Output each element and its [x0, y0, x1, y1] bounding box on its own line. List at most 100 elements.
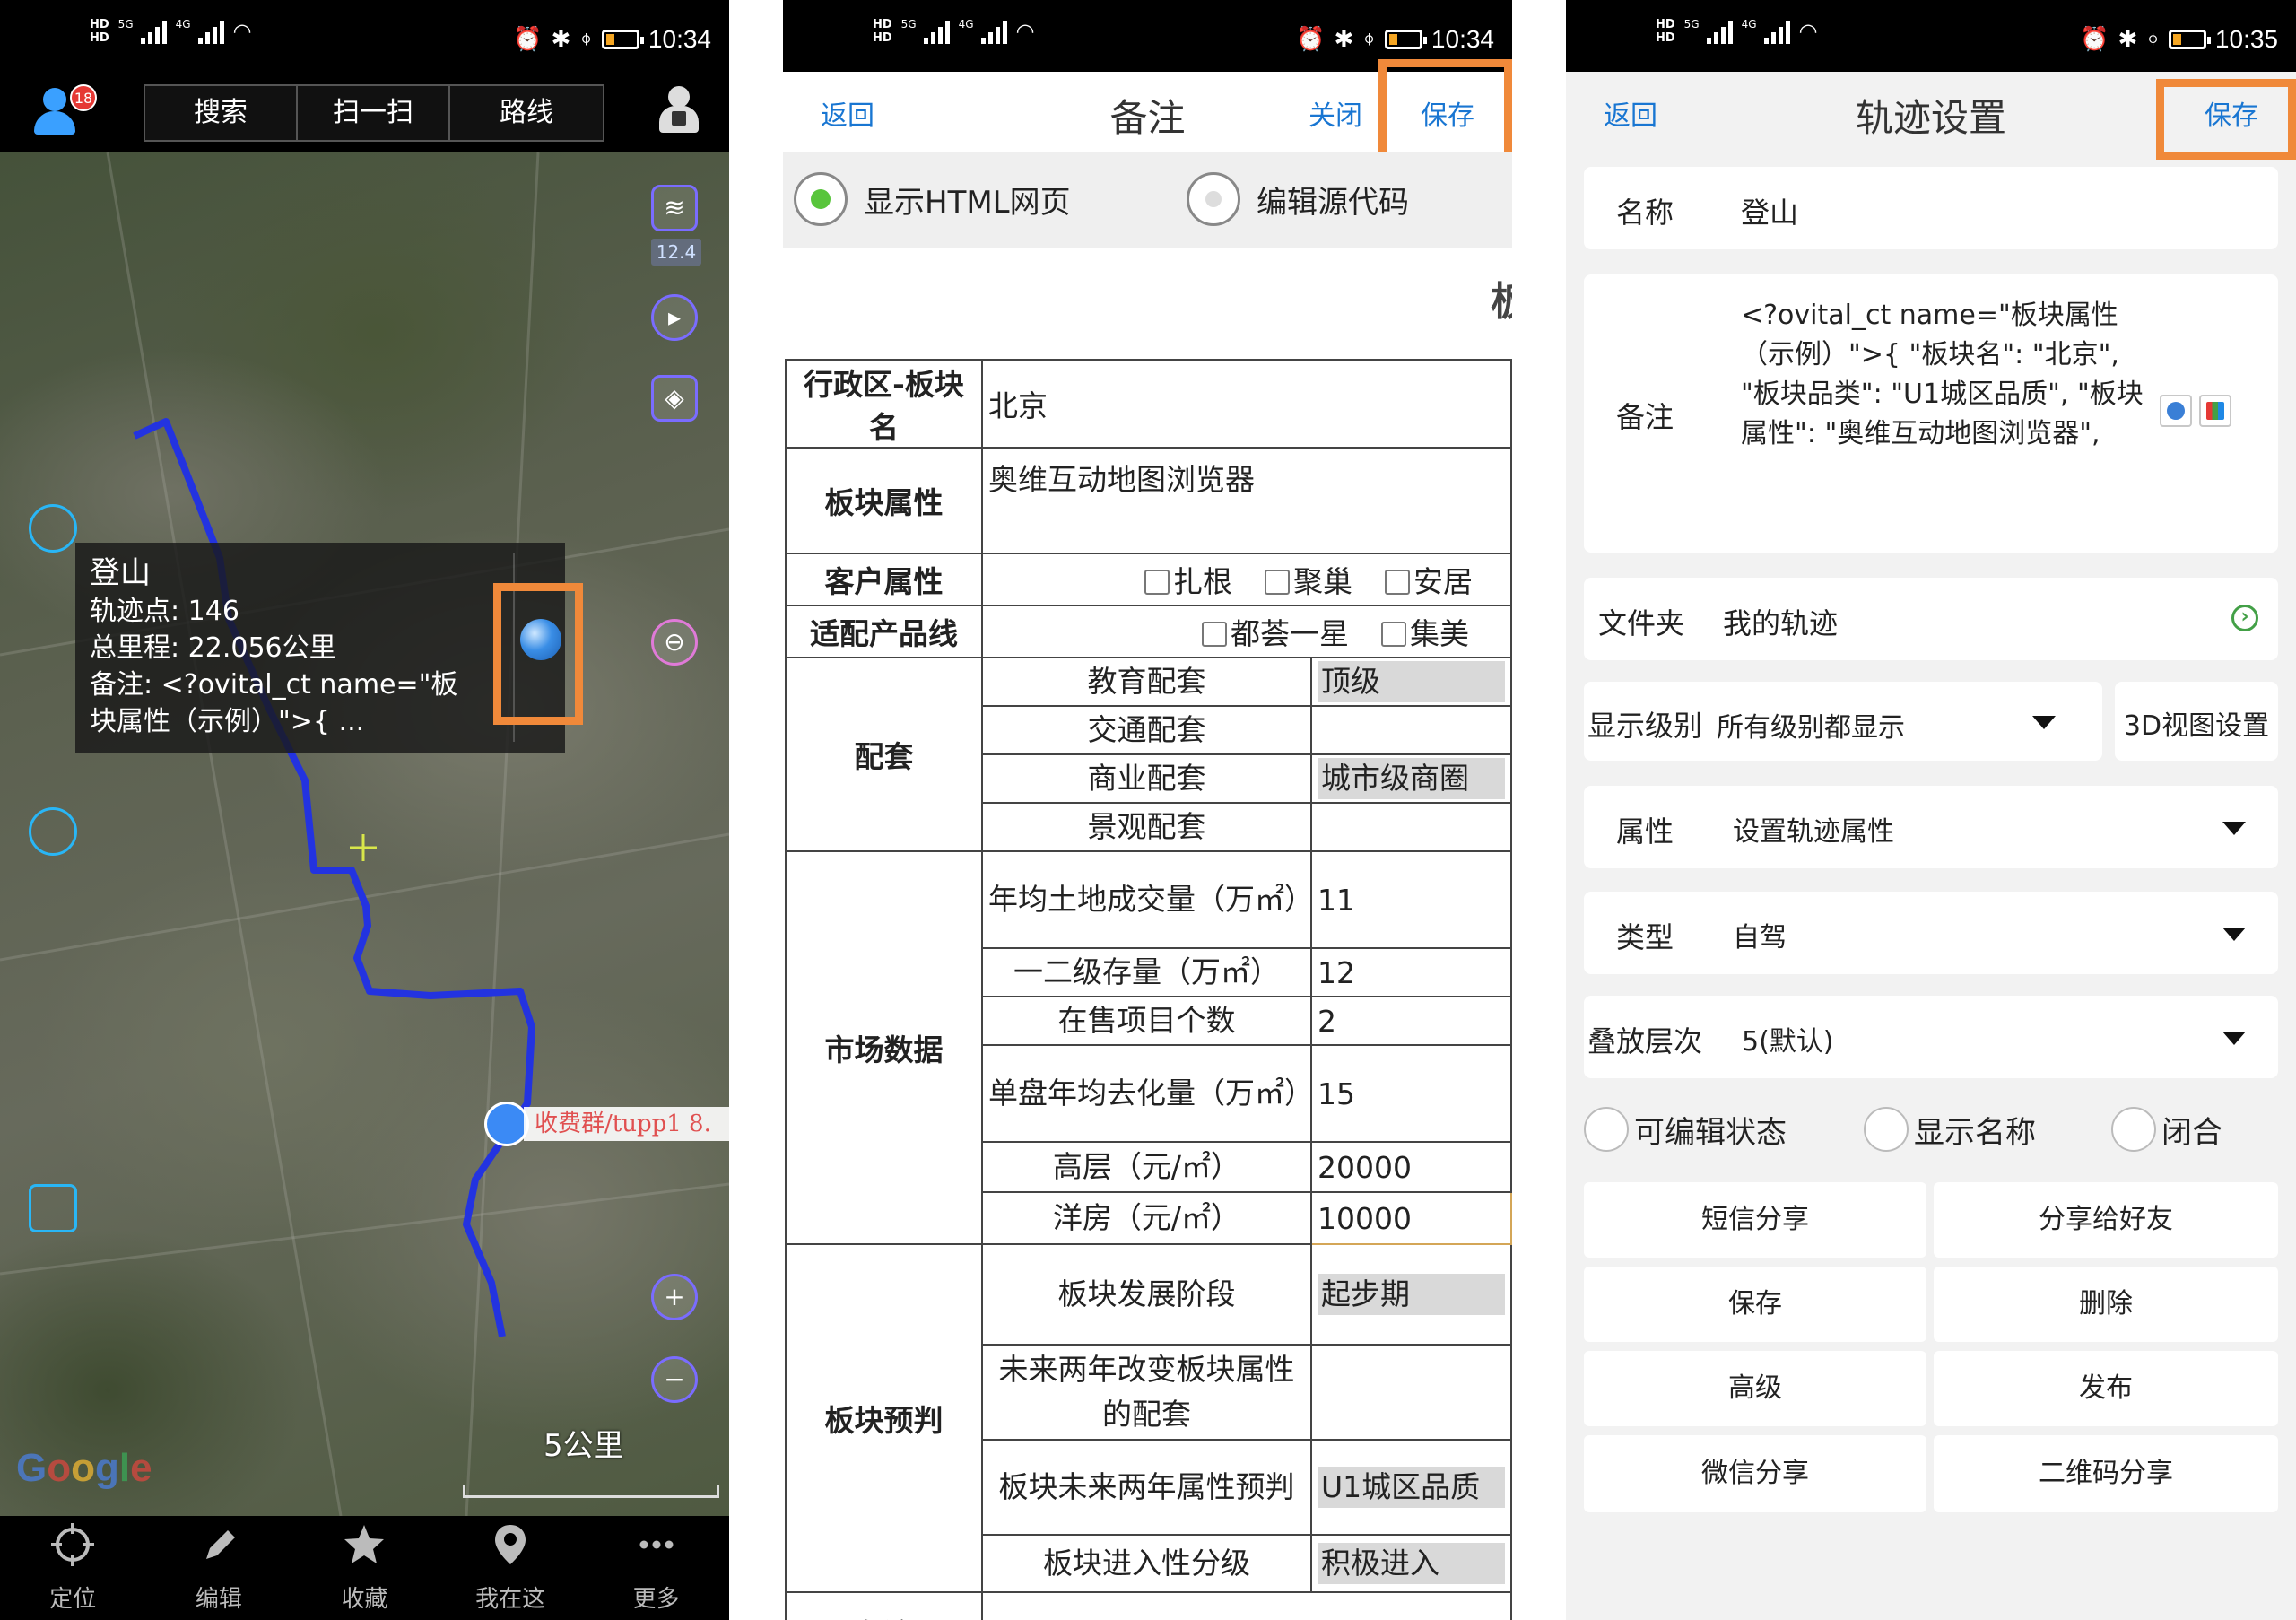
checkbox-option[interactable]: 聚巢	[1265, 564, 1352, 599]
track-info-popup[interactable]: 登山 轨迹点: 146 总里程: 22.056公里 备注: <?ovital_c…	[75, 543, 565, 753]
table-cell: 洋房（元/㎡）	[981, 1191, 1312, 1245]
locate-icon	[51, 1523, 95, 1566]
status-time: 10:34	[1431, 25, 1494, 53]
dropdown-arrow-icon	[2222, 822, 2246, 835]
zoom-out-icon[interactable]: −	[651, 1356, 698, 1403]
map-pin-icon	[495, 1525, 526, 1564]
bluetooth-icon: ✱	[551, 26, 571, 53]
bottom-nav: 定位 编辑 收藏 我在这 更多	[0, 1516, 729, 1620]
nav-edit[interactable]: 编辑	[146, 1516, 292, 1620]
play-icon[interactable]: ▸	[651, 294, 698, 341]
trash-icon[interactable]	[29, 1184, 77, 1232]
checkbox-option[interactable]: 都荟一星	[1202, 616, 1349, 651]
table-cell: 交通配套	[981, 705, 1312, 755]
tab-scan[interactable]: 扫一扫	[298, 86, 450, 140]
signal-icon	[1706, 19, 1733, 44]
html-title-fragment: 板	[1491, 279, 1512, 325]
radio-edit-source[interactable]: 编辑源代码	[1187, 172, 1409, 226]
tab-route[interactable]: 路线	[450, 86, 603, 140]
zoom-in-icon[interactable]: +	[651, 1274, 698, 1320]
wifi-icon: ◠	[232, 19, 252, 44]
publish-button[interactable]: 发布	[1934, 1351, 2278, 1426]
share-to-friend-button[interactable]: 分享给好友	[1934, 1182, 2278, 1258]
table-cell: 单盘年均去化量（万㎡）	[981, 1044, 1314, 1143]
table-cell: 顶级	[1309, 657, 1512, 707]
nav-locate[interactable]: 定位	[0, 1516, 146, 1620]
hd-icon: HD HD	[1656, 18, 1675, 45]
more-icon	[639, 1540, 674, 1549]
checkbox-option[interactable]: 扎根	[1144, 564, 1232, 599]
table-input[interactable]: 10000	[1309, 1191, 1512, 1245]
google-watermark: Google	[16, 1446, 152, 1490]
alarm-icon: ⏰	[513, 26, 543, 53]
note-value: <?ovital_ct name="板块属性（示例）">{ "板块名": "北京…	[1741, 300, 2144, 449]
table-cell: 行政区-板块名	[785, 359, 983, 449]
delete-button[interactable]: 删除	[1934, 1267, 2278, 1342]
crosshair-icon	[350, 834, 377, 861]
3d-view-settings-button[interactable]: 3D视图设置	[2115, 682, 2278, 761]
ruler-icon[interactable]	[29, 807, 77, 856]
location-icon: ⌖	[2146, 26, 2160, 53]
hd-icon: HD HD	[90, 18, 109, 45]
attribute-select[interactable]: 属性 设置轨迹属性	[1584, 786, 2278, 868]
signal-icon	[197, 19, 224, 44]
checkbox-show-name[interactable]: 显示名称	[1864, 1107, 2036, 1152]
table-editor-icon[interactable]	[2199, 395, 2231, 427]
layer-order-select[interactable]: 叠放层次 5(默认)	[1584, 996, 2278, 1078]
table-cell	[1309, 1344, 1512, 1441]
view-mode-radios: 显示HTML网页 编辑源代码	[783, 152, 1512, 248]
browser-icon[interactable]	[2160, 395, 2192, 427]
save-track-button[interactable]: 保存	[1584, 1267, 1926, 1342]
name-field[interactable]: 名称 登山	[1584, 167, 2278, 249]
pencil-icon	[205, 1530, 235, 1559]
radio-show-html[interactable]: 显示HTML网页	[794, 172, 1071, 226]
checkbox-option[interactable]: 安居	[1385, 564, 1473, 599]
table-cell: U1城区品质	[1309, 1439, 1512, 1536]
table-cell: 商业配套	[981, 753, 1312, 804]
star-icon	[344, 1525, 385, 1563]
table-cell: 景观配套	[981, 802, 1312, 852]
compass-icon[interactable]: ⊖	[651, 619, 698, 666]
notification-badge: 18	[70, 84, 97, 111]
table-cell: 板块未来两年属性预判	[981, 1439, 1312, 1536]
satellite-map[interactable]: ≋ 12.4 ▸ ◈ ⊖ + −	[0, 152, 729, 1516]
hd-icon: HD HD	[873, 18, 892, 45]
advanced-button[interactable]: 高级	[1584, 1351, 1926, 1426]
nav-favorites[interactable]: 收藏	[291, 1516, 438, 1620]
signal-icon	[980, 19, 1007, 44]
type-select[interactable]: 类型 自驾	[1584, 892, 2278, 974]
table-cell: 高层（元/㎡）	[981, 1141, 1312, 1193]
location-marker[interactable]	[484, 1102, 529, 1146]
table-cell: 城市级商圈	[1309, 753, 1512, 804]
wifi-icon: ◠	[1798, 19, 1818, 44]
checkbox-option[interactable]: 集美	[1381, 616, 1469, 651]
track-settings-screen: HD HD 5G 4G ◠ ⏰ ✱ ⌖ 10:35 返回 轨迹设置 保存 名称 登…	[1566, 0, 2296, 1620]
user-lock-icon[interactable]	[659, 86, 699, 135]
wechat-share-button[interactable]: 微信分享	[1584, 1435, 1926, 1512]
sms-share-button[interactable]: 短信分享	[1584, 1182, 1926, 1258]
status-bar: HD HD 5G 4G ◠ ⏰ ✱ ⌖ 10:35	[1566, 0, 2296, 72]
checkbox-editable[interactable]: 可编辑状态	[1584, 1107, 1787, 1152]
table-cell: 教育配套	[981, 657, 1312, 707]
table-cell: 起步期	[1309, 1243, 1512, 1346]
map-tool-icon[interactable]	[29, 504, 77, 553]
display-level-select[interactable]: 显示级别 所有级别都显示	[1584, 682, 2102, 761]
table-cell: 板块进入性分级	[981, 1534, 1312, 1593]
nav-i-am-here[interactable]: 我在这	[438, 1516, 584, 1620]
dropdown-arrow-icon	[2222, 928, 2246, 941]
table-cell	[1309, 802, 1512, 852]
layers-icon[interactable]: ≋	[651, 185, 698, 231]
bluetooth-icon: ✱	[2118, 26, 2138, 53]
map-scale-bar	[463, 1485, 719, 1498]
close-button[interactable]: 关闭	[1309, 93, 1362, 133]
qrcode-share-button[interactable]: 二维码分享	[1934, 1435, 2278, 1512]
nav-more[interactable]: 更多	[583, 1516, 729, 1620]
folder-field[interactable]: 文件夹 我的轨迹 ›	[1584, 578, 2278, 660]
battery-icon	[2168, 30, 2211, 49]
checkbox-closed[interactable]: 闭合	[2111, 1107, 2222, 1152]
radio-unselected-icon	[1187, 172, 1240, 226]
3d-view-icon[interactable]: ◈	[651, 375, 698, 422]
table-cell: 年均土地成交量（万㎡）	[981, 850, 1314, 949]
signal-icon	[923, 19, 950, 44]
tab-search[interactable]: 搜索	[145, 86, 298, 140]
